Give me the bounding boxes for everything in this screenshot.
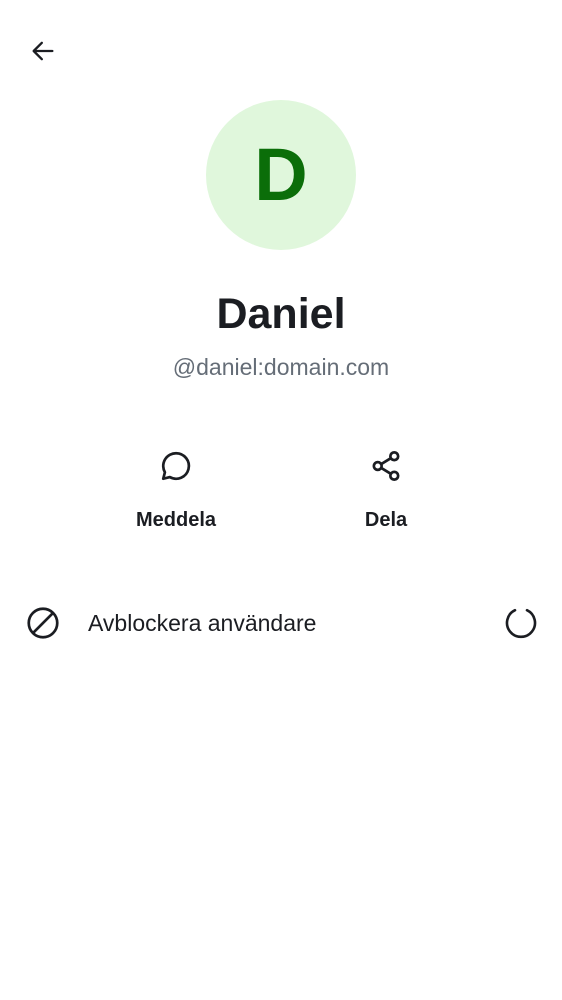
back-button[interactable] [20,28,66,74]
user-id: @daniel:domain.com [172,354,390,380]
share-icon [366,446,406,486]
message-label: Meddela [135,509,217,531]
share-button[interactable]: Dela [316,440,456,540]
display-name: Daniel [216,290,346,338]
block-icon [24,604,62,642]
chat-bubble-icon [156,446,196,486]
unblock-user-row[interactable]: Avblockera användare [0,592,562,652]
message-button[interactable]: Meddela [106,440,246,540]
avatar: D [206,100,356,250]
arrow-left-icon [32,41,54,61]
share-label: Dela [364,509,408,531]
avatar-initial: D [254,133,308,216]
unblock-user-label: Avblockera användare [88,610,317,636]
loading-spinner-icon [505,608,537,639]
